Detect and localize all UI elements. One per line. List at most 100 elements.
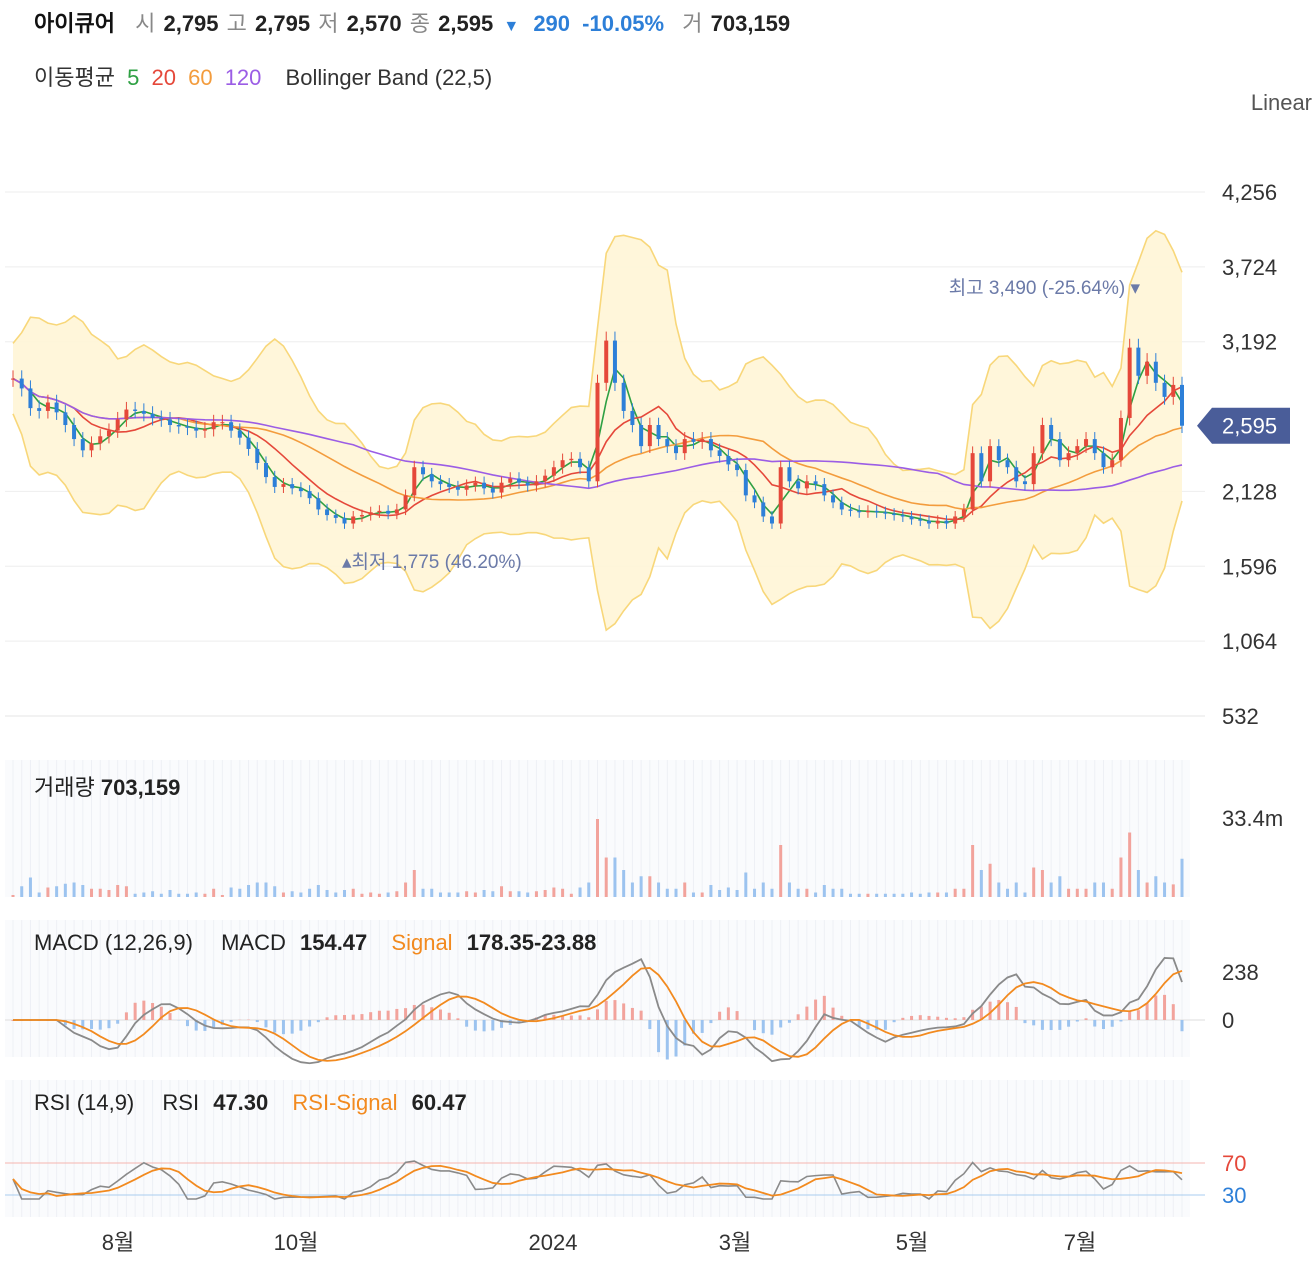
time-axis-label: 3월 (719, 1230, 751, 1255)
candle-body (569, 458, 574, 461)
candle-body (796, 481, 801, 489)
macd-histogram-bar (316, 1020, 320, 1023)
volume-bar (569, 893, 573, 897)
volume-bar (151, 891, 155, 897)
volume-bar (255, 882, 259, 897)
volume-bar (1067, 888, 1071, 897)
volume-bar (124, 886, 128, 897)
candle-body (499, 482, 504, 493)
candle-body (359, 515, 364, 517)
macd-histogram-bar (438, 1009, 442, 1020)
candle-body (80, 439, 85, 451)
volume-bar (90, 888, 94, 897)
price-tick-label: 2,128 (1222, 479, 1277, 504)
macd-histogram-bar (709, 1020, 713, 1024)
macd-histogram-bar (334, 1015, 338, 1020)
price-tick-label: 4,256 (1222, 180, 1277, 205)
volume-bar (264, 882, 268, 897)
candle-body (560, 460, 565, 468)
volume-bar (683, 882, 687, 897)
volume-bar (700, 892, 704, 897)
macd-histogram-bar (1093, 1020, 1097, 1027)
macd-histogram-bar (1084, 1018, 1088, 1020)
volume-bar (927, 892, 931, 897)
candle-body (1022, 481, 1027, 485)
volume-bar (761, 882, 765, 897)
candle-body (482, 482, 487, 489)
volume-bar (508, 891, 512, 897)
rsi-panel-label: RSI (14,9) (34, 1090, 135, 1115)
volume-bar (465, 891, 469, 897)
macd-histogram-bar (630, 1007, 634, 1020)
macd-histogram-bar (779, 1020, 783, 1028)
volume-bar (526, 892, 530, 897)
volume-bar (971, 845, 975, 897)
volume-bar (892, 893, 896, 897)
macd-histogram-bar (918, 1015, 922, 1020)
macd-histogram-bar (1171, 1004, 1175, 1020)
candle-body (1092, 439, 1097, 454)
candle-body (1171, 384, 1176, 397)
volume-bar (46, 887, 50, 897)
candle-body (970, 453, 975, 510)
macd-histogram-bar (151, 1003, 155, 1020)
volume-bar (753, 888, 757, 897)
rsi-signal-label: RSI-Signal (292, 1090, 398, 1115)
macd-histogram-bar (883, 1020, 887, 1030)
candle-body (1153, 361, 1158, 383)
macd-histogram-bar (185, 1020, 189, 1027)
macd-histogram-bar (107, 1020, 111, 1029)
macd-histogram-bar (456, 1018, 460, 1020)
volume-bar (901, 893, 905, 897)
volume-bar (421, 888, 425, 897)
rsi-30-label: 30 (1222, 1183, 1246, 1208)
volume-bar (500, 886, 504, 897)
candle-body (857, 510, 862, 513)
volume-bar (430, 888, 434, 897)
candle-body (54, 402, 59, 413)
candle-body (839, 502, 844, 510)
candle-body (176, 425, 181, 427)
time-axis-label: 7월 (1064, 1230, 1096, 1255)
candle-body (19, 378, 24, 389)
candle-body (578, 458, 583, 468)
macd-histogram-bar (587, 1017, 591, 1020)
candle-body (586, 467, 591, 482)
volume-bar (456, 892, 460, 897)
macd-histogram-bar (386, 1010, 390, 1020)
volume-bar (447, 892, 451, 897)
candle-body (194, 427, 199, 431)
stock-chart[interactable]: 최고 3,490 (-25.64%) ▾ ▴최저 1,775 (46.20%) 3… (0, 0, 1314, 1278)
candle-body (700, 439, 705, 442)
candle-body (1101, 453, 1106, 468)
volume-bar (622, 870, 626, 897)
candle-body (752, 495, 757, 503)
macd-histogram-bar (299, 1020, 303, 1031)
volume-panel-title: 거래량 703,159 (34, 770, 180, 802)
candle-body (124, 409, 129, 420)
candle-body (665, 439, 670, 447)
macd-histogram-bar (805, 1006, 809, 1020)
candle-body (865, 510, 870, 513)
macd-histogram-bar (569, 1015, 573, 1020)
candle-body (386, 510, 391, 514)
volume-bar (203, 893, 207, 897)
candle-body (656, 425, 661, 440)
volume-bar (107, 890, 111, 897)
candle-body (72, 425, 77, 440)
macd-histogram-bar (273, 1020, 277, 1033)
candle-body (351, 516, 356, 524)
volume-bar (412, 870, 416, 897)
candle-body (28, 388, 33, 409)
macd-histogram-bar (657, 1020, 661, 1053)
candle-body (822, 484, 827, 496)
volume-bar (1093, 882, 1097, 897)
volume-bar (343, 890, 347, 897)
candle-body (743, 470, 748, 496)
volume-bar (194, 892, 198, 897)
candle-body (1180, 384, 1184, 426)
volume-bar (543, 890, 547, 897)
macd-histogram-bar (447, 1012, 451, 1020)
candle-body (473, 482, 478, 486)
candle-body (412, 467, 417, 496)
